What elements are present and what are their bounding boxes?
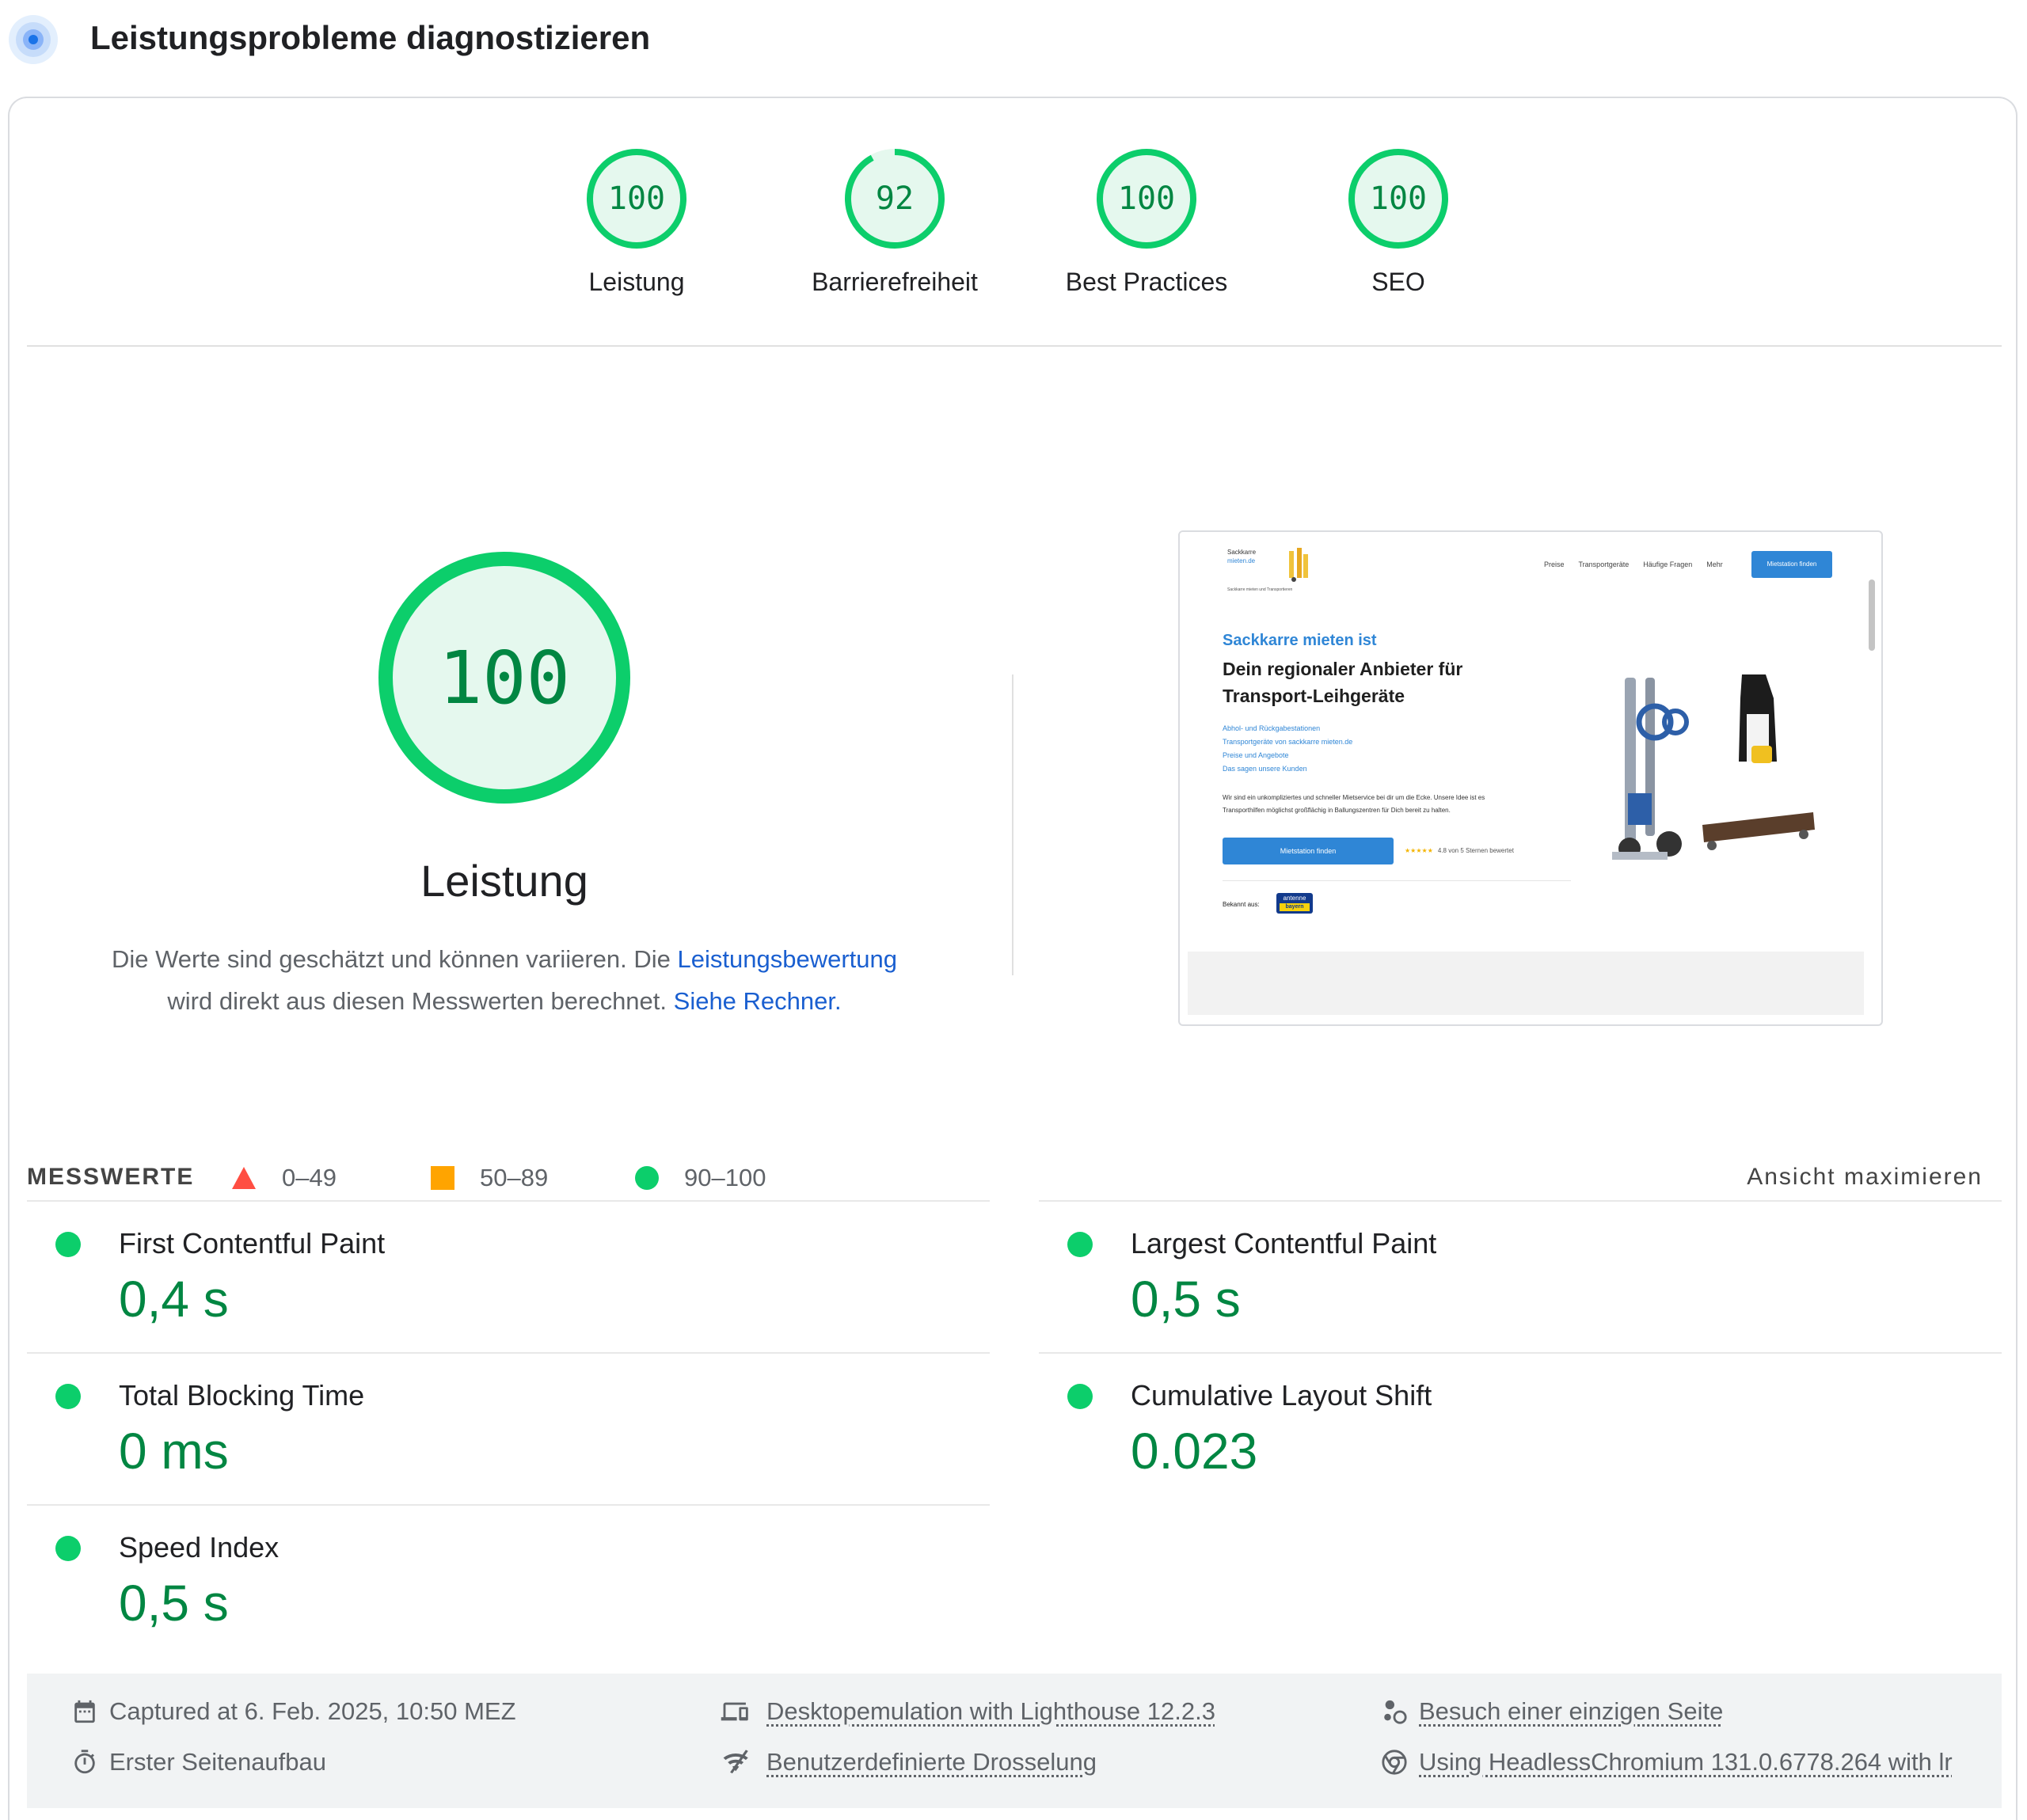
calculator-link[interactable]: Siehe Rechner. — [674, 987, 842, 1015]
pass-status-icon — [55, 1232, 81, 1257]
gauge-score: 100 — [1370, 180, 1427, 217]
metric-label: Speed Index — [119, 1531, 280, 1564]
pagespeed-gauge-icon — [9, 15, 58, 64]
site-cta-button: Mietstation finden — [1223, 838, 1394, 864]
final-screenshot[interactable]: Sackkarre mieten.de Sackkarre mieten und … — [1178, 530, 1883, 1026]
metrics-header: MESSWERTE Ansicht maximieren — [27, 1149, 2002, 1197]
calendar-icon — [74, 1700, 95, 1723]
metric-value: 0,5 s — [119, 1575, 229, 1632]
divider — [1223, 880, 1571, 881]
screenshot-footer — [1188, 952, 1864, 1015]
performance-gauge: 100 — [378, 552, 630, 804]
pass-status-icon — [55, 1384, 81, 1409]
pass-status-icon — [1067, 1384, 1093, 1409]
category-gauges: 100 Leistung 92 Barrierefreiheit 100 Bes… — [10, 98, 2016, 347]
emulation[interactable]: Desktopemulation with Lighthouse 12.2.3 — [721, 1697, 1215, 1726]
runtime-settings: Captured at 6. Feb. 2025, 10:50 MEZ Erst… — [27, 1674, 2002, 1808]
site-headline: Dein regionaler Anbieter für Transport-Le… — [1223, 659, 1463, 706]
metric-label: Cumulative Layout Shift — [1131, 1379, 1432, 1412]
gauge-best-practices[interactable]: 100 Best Practices — [1044, 147, 1249, 329]
chrome-icon — [1382, 1750, 1407, 1775]
gauge-ring: 100 — [587, 149, 686, 249]
metric-label: Total Blocking Time — [119, 1379, 365, 1412]
gauge-score: 100 — [608, 180, 665, 217]
antenne-bayern-logo: antenne bayern — [1276, 893, 1313, 914]
performance-score: 100 — [439, 636, 570, 720]
metric-tbt[interactable]: Total Blocking Time 0 ms — [27, 1352, 990, 1504]
captured-at: Captured at 6. Feb. 2025, 10:50 MEZ — [71, 1697, 516, 1726]
report-card: 100 Leistung 92 Barrierefreiheit 100 Bes… — [8, 97, 2017, 1820]
performance-title: Leistung — [420, 856, 588, 906]
site-rating: ★★★★★ 4.8 von 5 Sternen bewertet — [1405, 847, 1514, 854]
metric-lcp[interactable]: Largest Contentful Paint 0,5 s — [1039, 1200, 2002, 1352]
page-title: Leistungsprobleme diagnostizieren — [90, 19, 651, 56]
metric-speed-index[interactable]: Speed Index 0,5 s — [27, 1504, 990, 1656]
performance-summary: 100 Leistung Die Werte sind geschätzt un… — [73, 549, 936, 1199]
site-nav-button: Mietstation finden — [1751, 551, 1832, 578]
metrics-title: MESSWERTE — [27, 1164, 195, 1190]
gauge-label: Leistung — [588, 268, 685, 296]
people-icon — [1384, 1700, 1407, 1724]
hand-truck-image — [1612, 674, 1815, 860]
timer-icon — [74, 1750, 95, 1774]
gauge-label: SEO — [1371, 268, 1425, 296]
metric-label: First Contentful Paint — [119, 1227, 386, 1260]
divider — [1012, 674, 1014, 975]
devices-icon — [721, 1702, 748, 1721]
gauge-performance[interactable]: 100 Leistung — [534, 147, 740, 329]
performance-description: Die Werte sind geschätzt und können vari… — [111, 945, 897, 1015]
screenshot-page: Sackkarre mieten.de Sackkarre mieten und … — [1180, 532, 1864, 952]
page-header: Leistungsprobleme diagnostizieren — [0, 0, 2027, 79]
site-kicker: Sackkarre mieten ist — [1223, 632, 1377, 649]
pass-status-icon — [55, 1536, 81, 1561]
gauge-score: 100 — [1118, 180, 1175, 217]
site-paragraph: Wir sind ein unkompliziertes und schnell… — [1223, 794, 1485, 814]
metric-value: 0.023 — [1131, 1423, 1258, 1480]
gauge-accessibility[interactable]: 92 Barrierefreiheit — [792, 147, 998, 329]
scrollbar[interactable] — [1869, 579, 1875, 651]
initial-load: Erster Seitenaufbau — [71, 1748, 326, 1776]
hand-truck-logo-icon — [1289, 548, 1308, 582]
expand-view-toggle[interactable]: Ansicht maximieren — [1747, 1164, 1983, 1191]
scoring-link[interactable]: Leistungsbewertung — [678, 945, 897, 973]
metric-value: 0,4 s — [119, 1271, 229, 1328]
gauge-ring: 100 — [1097, 149, 1196, 249]
site-known-from: Bekannt aus: — [1223, 901, 1260, 908]
metric-cls[interactable]: Cumulative Layout Shift 0.023 — [1039, 1352, 2002, 1504]
gauge-label: Barrierefreiheit — [812, 268, 978, 296]
throttling[interactable]: Benutzerdefinierte Drosselung — [721, 1748, 1097, 1776]
session[interactable]: Besuch einer einzigen Seite — [1381, 1697, 1723, 1726]
metric-fcp[interactable]: First Contentful Paint 0,4 s — [27, 1200, 990, 1352]
gauge-seo[interactable]: 100 SEO — [1295, 147, 1501, 329]
site-nav: Preise Transportgeräte Häufige Fragen Mehr — [1544, 560, 1723, 568]
metric-label: Largest Contentful Paint — [1131, 1227, 1437, 1260]
metric-value: 0,5 s — [1131, 1271, 1241, 1328]
divider — [27, 345, 2002, 347]
gauge-ring: 92 — [845, 149, 945, 249]
network-icon — [723, 1750, 748, 1774]
metric-value: 0 ms — [119, 1423, 229, 1480]
site-logo: Sackkarre mieten.de Sackkarre mieten und … — [1227, 545, 1322, 592]
pass-status-icon — [1067, 1232, 1093, 1257]
gauge-label: Best Practices — [1065, 268, 1228, 296]
browser-info[interactable]: Using HeadlessChromium 131.0.6778.264 wi… — [1381, 1748, 1953, 1776]
site-links: Abhol- und Rückgabestationen Transportger… — [1223, 724, 1353, 773]
gauge-ring: 100 — [1348, 149, 1448, 249]
gauge-score: 92 — [876, 180, 914, 217]
